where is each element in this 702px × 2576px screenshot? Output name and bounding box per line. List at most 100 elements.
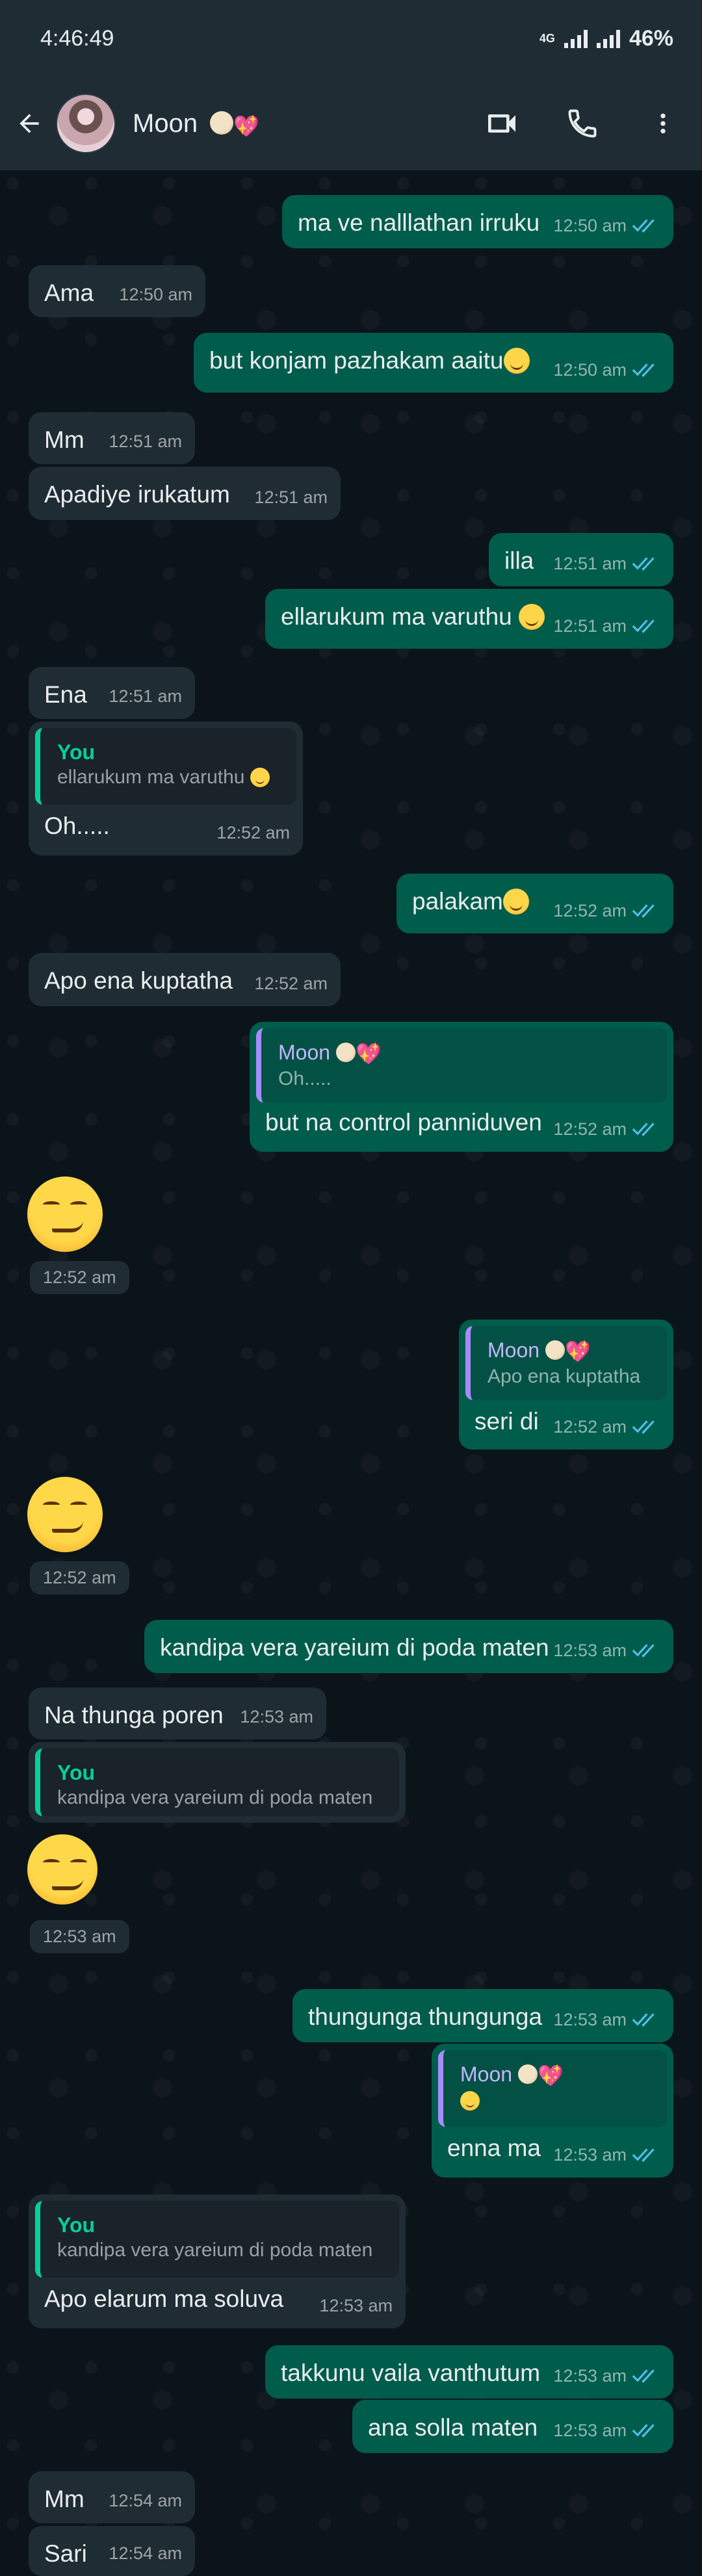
- message-meta: 12:53 am: [553, 2361, 660, 2391]
- message-bubble[interactable]: kandipa vera yareium di poda maten 12:53…: [144, 1620, 673, 1673]
- video-call-icon[interactable]: [482, 104, 521, 143]
- quoted-message[interactable]: Moon 💖: [438, 2050, 667, 2127]
- read-ticks-icon: [632, 2148, 655, 2162]
- message-time: 12:52 am: [43, 1268, 116, 1287]
- message-time: 12:54 am: [109, 2543, 182, 2563]
- header-actions: [482, 77, 702, 170]
- message-bubble[interactable]: Ena 12:51 am: [29, 667, 195, 719]
- message-bubble[interactable]: Apadiye irukatum 12:51 am: [29, 467, 341, 520]
- message-bubble[interactable]: ellarukum ma varuthu 12:51 am: [265, 589, 673, 649]
- quote-author-name: Moon: [278, 1041, 331, 1064]
- message-meta: 12:52 am: [254, 969, 328, 998]
- heart-emoji-icon: 💖: [355, 1042, 382, 1065]
- chat-header: Moon 💖: [0, 77, 702, 170]
- message-time: 12:50 am: [553, 216, 627, 235]
- message-meta: 12:53 am: [553, 2005, 660, 2035]
- heart-emoji-icon: 💖: [233, 114, 260, 138]
- message-bubble[interactable]: Mm 12:51 am: [29, 412, 195, 464]
- message-bubble[interactable]: takkunu vaila vanthutum 12:53 am: [265, 2345, 673, 2399]
- signal-icon: [564, 29, 588, 48]
- message-time: 12:51 am: [553, 616, 627, 636]
- message-meta: 12:51 am: [254, 482, 328, 512]
- message-text: but na control panniduven: [265, 1109, 542, 1136]
- message-bubble[interactable]: ma ve nalllathan irruku 12:50 am: [282, 195, 673, 248]
- message-time: 12:51 am: [109, 432, 182, 451]
- message-time: 12:53 am: [553, 2421, 627, 2440]
- message-bubble[interactable]: Mm 12:54 am: [29, 2471, 195, 2523]
- signal-icon-2: [596, 29, 620, 48]
- message-text: Na thunga poren: [44, 1702, 224, 1728]
- quote-author: Moon 💖: [460, 2062, 654, 2088]
- quoted-message[interactable]: You kandipa vera yareium di poda maten: [35, 1749, 399, 1816]
- message-meta: 12:51 am: [109, 681, 182, 711]
- quoted-message[interactable]: You kandipa vera yareium di poda maten: [35, 2201, 399, 2278]
- message-text: ana solla maten: [368, 2414, 538, 2441]
- message-time-pill: 12:52 am: [30, 1561, 129, 1594]
- message-bubble[interactable]: ana solla maten 12:53 am: [352, 2400, 673, 2453]
- message-meta: 12:51 am: [109, 426, 182, 456]
- message-time: 12:53 am: [553, 2010, 627, 2029]
- more-options-icon[interactable]: [644, 104, 682, 143]
- grinning-sweat-emoji-icon: [519, 604, 545, 630]
- message-bubble[interactable]: but konjam pazhakam aaitu 12:50 am: [194, 333, 673, 393]
- message-bubble[interactable]: palakam 12:52 am: [396, 874, 673, 933]
- message-bubble[interactable]: thungunga thungunga 12:53 am: [292, 1989, 673, 2042]
- grinning-sweat-emoji-icon: [250, 768, 270, 787]
- message-text-content: palakam: [412, 888, 503, 915]
- message-text: seri di: [474, 1408, 539, 1435]
- message-time: 12:52 am: [553, 1119, 627, 1139]
- chat-area[interactable]: ma ve nalllathan irruku 12:50 am Ama 12:…: [0, 170, 702, 2576]
- message-time: 12:52 am: [553, 901, 627, 920]
- message-meta: 12:52 am: [553, 896, 660, 926]
- message-meta: 12:53 am: [553, 1635, 660, 1665]
- message-time: 12:53 am: [319, 2296, 393, 2315]
- quoted-message[interactable]: You ellarukum ma varuthu: [35, 728, 296, 805]
- message-text: Sari: [44, 2540, 87, 2567]
- message-time-pill: 12:53 am: [30, 1920, 129, 1953]
- smirking-face-emoji-icon[interactable]: [27, 1834, 98, 1905]
- message-text: takkunu vaila vanthutum: [281, 2360, 541, 2386]
- message-bubble[interactable]: Moon 💖 Apo ena kuptatha seri di 12:52 am: [459, 1320, 673, 1450]
- message-text: ma ve nalllathan irruku: [298, 209, 540, 236]
- message-bubble[interactable]: You ellarukum ma varuthu Oh..... 12:52 a…: [29, 722, 303, 855]
- message-time: 12:53 am: [553, 2366, 627, 2386]
- read-ticks-icon: [632, 1123, 655, 1136]
- quoted-message[interactable]: Moon 💖 Apo ena kuptatha: [465, 1326, 667, 1400]
- voice-call-icon[interactable]: [563, 104, 602, 143]
- back-arrow-icon[interactable]: [13, 107, 46, 140]
- message-text-content: but konjam pazhakam aaitu: [209, 347, 504, 374]
- moon-emoji-icon: [335, 1043, 356, 1062]
- smirking-face-emoji-icon[interactable]: [27, 1177, 103, 1252]
- message-bubble[interactable]: Moon 💖 enna ma 12:53 am: [432, 2044, 673, 2178]
- smirking-face-emoji-icon[interactable]: [27, 1477, 103, 1552]
- message-text: Apo elarum ma soluva: [44, 2285, 284, 2312]
- network-type: 4G: [539, 31, 555, 45]
- message-meta: 12:51 am: [553, 549, 660, 579]
- contact-name[interactable]: Moon 💖: [133, 109, 259, 138]
- message-time: 12:53 am: [240, 1707, 313, 1726]
- message-text: Oh.....: [44, 813, 110, 839]
- message-bubble[interactable]: Sari 12:54 am: [29, 2526, 195, 2576]
- message-bubble[interactable]: Ama 12:50 am: [29, 265, 205, 317]
- message-bubble[interactable]: Moon 💖 Oh..... but na control panniduven…: [250, 1022, 673, 1152]
- message-text: ellarukum ma varuthu: [281, 602, 545, 632]
- message-text: enna ma: [447, 2135, 541, 2161]
- quoted-message[interactable]: Moon 💖 Oh.....: [256, 1028, 667, 1102]
- message-bubble[interactable]: You kandipa vera yareium di poda maten A…: [29, 2194, 406, 2328]
- contact-avatar[interactable]: [56, 94, 116, 153]
- heart-emoji-icon: 💖: [537, 2064, 564, 2087]
- message-bubble[interactable]: You kandipa vera yareium di poda maten: [29, 1742, 406, 1823]
- message-bubble[interactable]: illa 12:51 am: [489, 533, 673, 586]
- message-meta: 12:54 am: [109, 2486, 182, 2516]
- message-time: 12:52 am: [254, 974, 328, 993]
- quote-text: Oh.....: [278, 1068, 332, 1089]
- read-ticks-icon: [632, 1420, 655, 1434]
- message-bubble[interactable]: Na thunga poren 12:53 am: [29, 1687, 326, 1739]
- message-text: illa: [504, 547, 534, 574]
- status-bar: 4:46:49 4G 46%: [0, 0, 702, 77]
- message-bubble[interactable]: Apo ena kuptatha 12:52 am: [29, 953, 341, 1006]
- read-ticks-icon: [632, 557, 655, 571]
- quote-author: You: [57, 740, 96, 764]
- message-time: 12:54 am: [109, 2491, 182, 2510]
- quote-text-content: ellarukum ma varuthu: [57, 766, 245, 788]
